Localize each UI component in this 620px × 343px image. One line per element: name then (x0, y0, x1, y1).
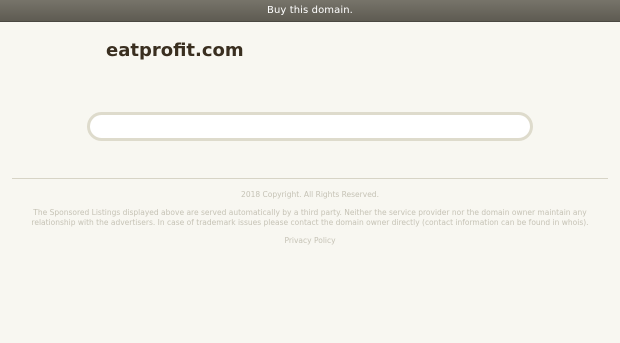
search-box (87, 112, 533, 141)
disclaimer-text: The Sponsored Listings displayed above a… (31, 208, 589, 227)
footer: 2018 Copyright. All Rights Reserved. The… (12, 190, 608, 246)
domain-title: eatprofit.com (106, 40, 244, 61)
buy-domain-link[interactable]: Buy this domain. (267, 5, 353, 16)
divider (12, 178, 608, 179)
copyright-text: 2018 Copyright. All Rights Reserved. (241, 190, 379, 199)
search-input[interactable] (90, 115, 530, 138)
top-bar: Buy this domain. (0, 0, 620, 22)
privacy-policy-link[interactable]: Privacy Policy (284, 236, 335, 245)
